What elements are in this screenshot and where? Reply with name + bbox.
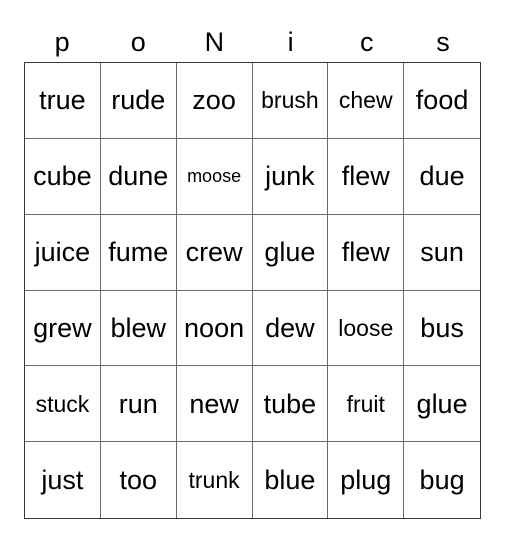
- bingo-cell[interactable]: crew: [176, 214, 253, 291]
- bingo-cell[interactable]: plug: [328, 442, 405, 518]
- bingo-cell[interactable]: food: [404, 63, 480, 139]
- bingo-cell-label: fume: [108, 236, 169, 267]
- header-letter-4: c: [360, 26, 374, 57]
- bingo-cell[interactable]: brush: [252, 63, 329, 139]
- bingo-cell[interactable]: blew: [100, 290, 177, 367]
- bingo-cell[interactable]: glue: [252, 214, 329, 291]
- bingo-cell-label: fruit: [346, 390, 385, 417]
- bingo-cell[interactable]: moose: [176, 138, 253, 215]
- bingo-cell-label: stuck: [35, 390, 90, 417]
- bingo-cell-label: trunk: [188, 467, 240, 493]
- bingo-cell-label: too: [119, 464, 158, 495]
- bingo-cell[interactable]: bug: [404, 442, 480, 518]
- bingo-cell-label: blew: [110, 312, 166, 343]
- bingo-cell[interactable]: blue: [252, 442, 329, 518]
- bingo-cell-label: run: [118, 388, 158, 419]
- bingo-cell[interactable]: bus: [404, 290, 480, 367]
- bingo-cell[interactable]: trunk: [176, 442, 253, 518]
- bingo-cell-label: blue: [264, 464, 316, 495]
- bingo-cell[interactable]: loose: [328, 290, 405, 367]
- bingo-cell[interactable]: flew: [328, 214, 405, 291]
- bingo-cell-label: crew: [185, 236, 243, 267]
- bingo-cell[interactable]: run: [100, 366, 177, 443]
- bingo-cell-label: juice: [34, 236, 91, 267]
- header-letter-2: N: [204, 26, 225, 57]
- bingo-cell-label: just: [41, 464, 84, 495]
- bingo-cell[interactable]: too: [100, 442, 177, 518]
- bingo-cell-label: zoo: [192, 85, 236, 116]
- bingo-cell-label: dune: [108, 161, 169, 192]
- bingo-cell-label: flew: [341, 236, 390, 267]
- bingo-cell-label: new: [189, 388, 239, 419]
- bingo-cell-label: noon: [184, 312, 245, 343]
- bingo-cell[interactable]: rude: [100, 63, 177, 139]
- bingo-cell-label: bus: [420, 312, 464, 343]
- bingo-cell[interactable]: grew: [25, 290, 101, 367]
- bingo-cell[interactable]: fume: [100, 214, 177, 291]
- bingo-grid: true rude zoo brush chew food cube dune moose jun…: [24, 62, 481, 519]
- bingo-cell[interactable]: flew: [328, 138, 405, 215]
- bingo-cell[interactable]: dune: [100, 138, 177, 215]
- bingo-cell-label: tube: [263, 388, 317, 419]
- bingo-cell-label: glue: [416, 388, 468, 419]
- header-letter-5: s: [436, 26, 450, 57]
- bingo-cell-label: plug: [340, 464, 392, 495]
- bingo-cell-label: sun: [420, 236, 464, 267]
- bingo-cell-label: brush: [261, 87, 319, 114]
- bingo-cell-label: loose: [338, 314, 394, 341]
- bingo-cell-label: bug: [419, 464, 465, 495]
- bingo-cell[interactable]: zoo: [176, 63, 253, 139]
- bingo-cell[interactable]: junk: [252, 138, 329, 215]
- bingo-cell[interactable]: glue: [404, 366, 480, 443]
- bingo-cell[interactable]: sun: [404, 214, 480, 291]
- bingo-cell[interactable]: noon: [176, 290, 253, 367]
- bingo-cell[interactable]: stuck: [25, 366, 101, 443]
- header-letter-3: i: [287, 26, 294, 57]
- bingo-cell-label: junk: [265, 161, 315, 192]
- bingo-card: p o N i c s true rude zoo brush chew food cube…: [0, 0, 506, 544]
- bingo-cell[interactable]: chew: [328, 63, 405, 139]
- header-letter-1: o: [130, 26, 146, 57]
- bingo-cell-label: true: [39, 85, 86, 116]
- bingo-cell-label: chew: [338, 87, 393, 114]
- bingo-cell-label: moose: [187, 165, 242, 186]
- bingo-cell[interactable]: cube: [25, 138, 101, 215]
- bingo-cell-label: flew: [341, 161, 390, 192]
- bingo-cell-label: grew: [33, 312, 92, 343]
- bingo-header-row: p o N i c s: [24, 22, 481, 62]
- bingo-cell-label: food: [415, 85, 469, 116]
- bingo-cell-label: cube: [33, 161, 92, 192]
- bingo-cell[interactable]: fruit: [328, 366, 405, 443]
- bingo-cell[interactable]: just: [25, 442, 101, 518]
- bingo-cell[interactable]: juice: [25, 214, 101, 291]
- bingo-cell-label: glue: [264, 236, 316, 267]
- bingo-cell[interactable]: new: [176, 366, 253, 443]
- bingo-cell[interactable]: true: [25, 63, 101, 139]
- bingo-cell[interactable]: dew: [252, 290, 329, 367]
- header-letter-0: p: [54, 26, 70, 57]
- bingo-cell-label: rude: [111, 85, 166, 116]
- bingo-cell[interactable]: due: [404, 138, 480, 215]
- bingo-cell-label: dew: [265, 312, 315, 343]
- bingo-cell[interactable]: tube: [252, 366, 329, 443]
- bingo-cell-label: due: [419, 161, 465, 192]
